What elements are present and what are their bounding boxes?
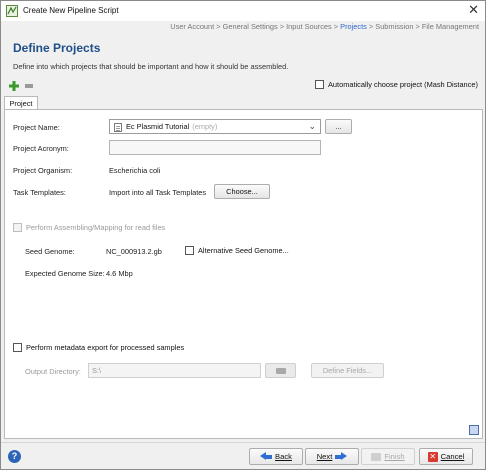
page-title: Define Projects (13, 41, 101, 55)
back-label: Back (275, 452, 292, 461)
choose-templates-button[interactable]: Choose... (214, 184, 270, 199)
tab-project[interactable]: Project (4, 96, 38, 110)
help-icon[interactable]: ? (8, 450, 21, 463)
alternative-seed-genome[interactable]: Alternative Seed Genome... (185, 246, 289, 255)
project-acronym-label: Project Acronym: (13, 144, 69, 153)
output-directory-label: Output Directory: (25, 367, 81, 376)
define-fields-button[interactable]: Define Fields... (311, 363, 384, 378)
metadata-export-checkbox[interactable] (13, 343, 22, 352)
project-name-value: Ec Plasmid Tutorial (empty) (126, 122, 217, 131)
alternative-seed-label: Alternative Seed Genome... (198, 246, 289, 255)
footer-divider (1, 442, 485, 443)
folder-icon (276, 368, 286, 374)
close-icon[interactable]: ✕ (468, 3, 479, 17)
browse-folder-button[interactable] (265, 363, 296, 378)
project-name-select[interactable]: Ec Plasmid Tutorial (empty) ⌄ (109, 119, 321, 134)
project-organism-value: Escherichia coli (109, 166, 161, 175)
auto-choose-project[interactable]: Automatically choose project (Mash Dista… (315, 80, 478, 89)
breadcrumb-after: > Submission > File Management (366, 22, 479, 31)
cancel-label: Cancel (440, 452, 465, 461)
browse-project-button[interactable]: ... (325, 119, 352, 134)
minus-icon[interactable] (25, 84, 33, 88)
plus-icon[interactable] (9, 81, 19, 91)
finish-icon (371, 452, 382, 461)
perform-assembling-checkbox[interactable] (13, 223, 22, 232)
auto-choose-label: Automatically choose project (Mash Dista… (328, 80, 478, 89)
project-panel: Project Name: Ec Plasmid Tutorial (empty)… (4, 109, 483, 439)
cancel-icon: ✕ (427, 451, 438, 462)
file-icon (114, 123, 122, 132)
project-acronym-field[interactable] (109, 140, 321, 155)
cancel-button[interactable]: ✕ Cancel (419, 448, 473, 465)
task-templates-value: Import into all Task Templates (109, 188, 207, 197)
page-description: Define into which projects that should b… (13, 62, 289, 71)
next-button[interactable]: Next (305, 448, 359, 465)
project-name-suffix: (empty) (192, 122, 218, 131)
project-name-label: Project Name: (13, 123, 60, 132)
expected-genome-size-label: Expected Genome Size: (25, 269, 105, 278)
chevron-down-icon: ⌄ (308, 121, 316, 131)
project-organism-label: Project Organism: (13, 166, 73, 175)
breadcrumb-before: User Account > General Settings > Input … (170, 22, 341, 31)
project-name-text: Ec Plasmid Tutorial (126, 122, 190, 131)
window-title: Create New Pipeline Script (23, 6, 119, 15)
alternative-seed-checkbox[interactable] (185, 246, 194, 255)
next-label: Next (316, 452, 333, 461)
save-icon[interactable] (469, 425, 479, 435)
finish-label: Finish (384, 452, 405, 461)
metadata-export-label: Perform metadata export for processed sa… (26, 343, 185, 352)
seed-genome-label: Seed Genome: (25, 247, 75, 256)
wizard-window: Create New Pipeline Script ✕ User Accoun… (0, 0, 486, 470)
app-icon (6, 5, 18, 17)
title-bar: Create New Pipeline Script ✕ (1, 1, 485, 21)
auto-choose-checkbox[interactable] (315, 80, 324, 89)
output-directory-field[interactable]: S:\ (88, 363, 261, 378)
perform-assembling-label: Perform Assembling/Mapping for read file… (26, 223, 166, 232)
seed-genome-value: NC_000913.2.gb (106, 247, 162, 256)
breadcrumb-active: Projects (340, 22, 367, 31)
arrow-right-icon (335, 452, 348, 461)
task-templates-label: Task Templates: (13, 188, 66, 197)
finish-button[interactable]: Finish (361, 448, 415, 465)
back-button[interactable]: Back (249, 448, 303, 465)
arrow-left-icon (260, 452, 273, 461)
perform-assembling[interactable]: Perform Assembling/Mapping for read file… (13, 223, 165, 232)
expected-genome-size-value: 4.6 Mbp (106, 269, 133, 278)
breadcrumb: User Account > General Settings > Input … (170, 22, 479, 31)
perform-metadata-export[interactable]: Perform metadata export for processed sa… (13, 343, 184, 352)
